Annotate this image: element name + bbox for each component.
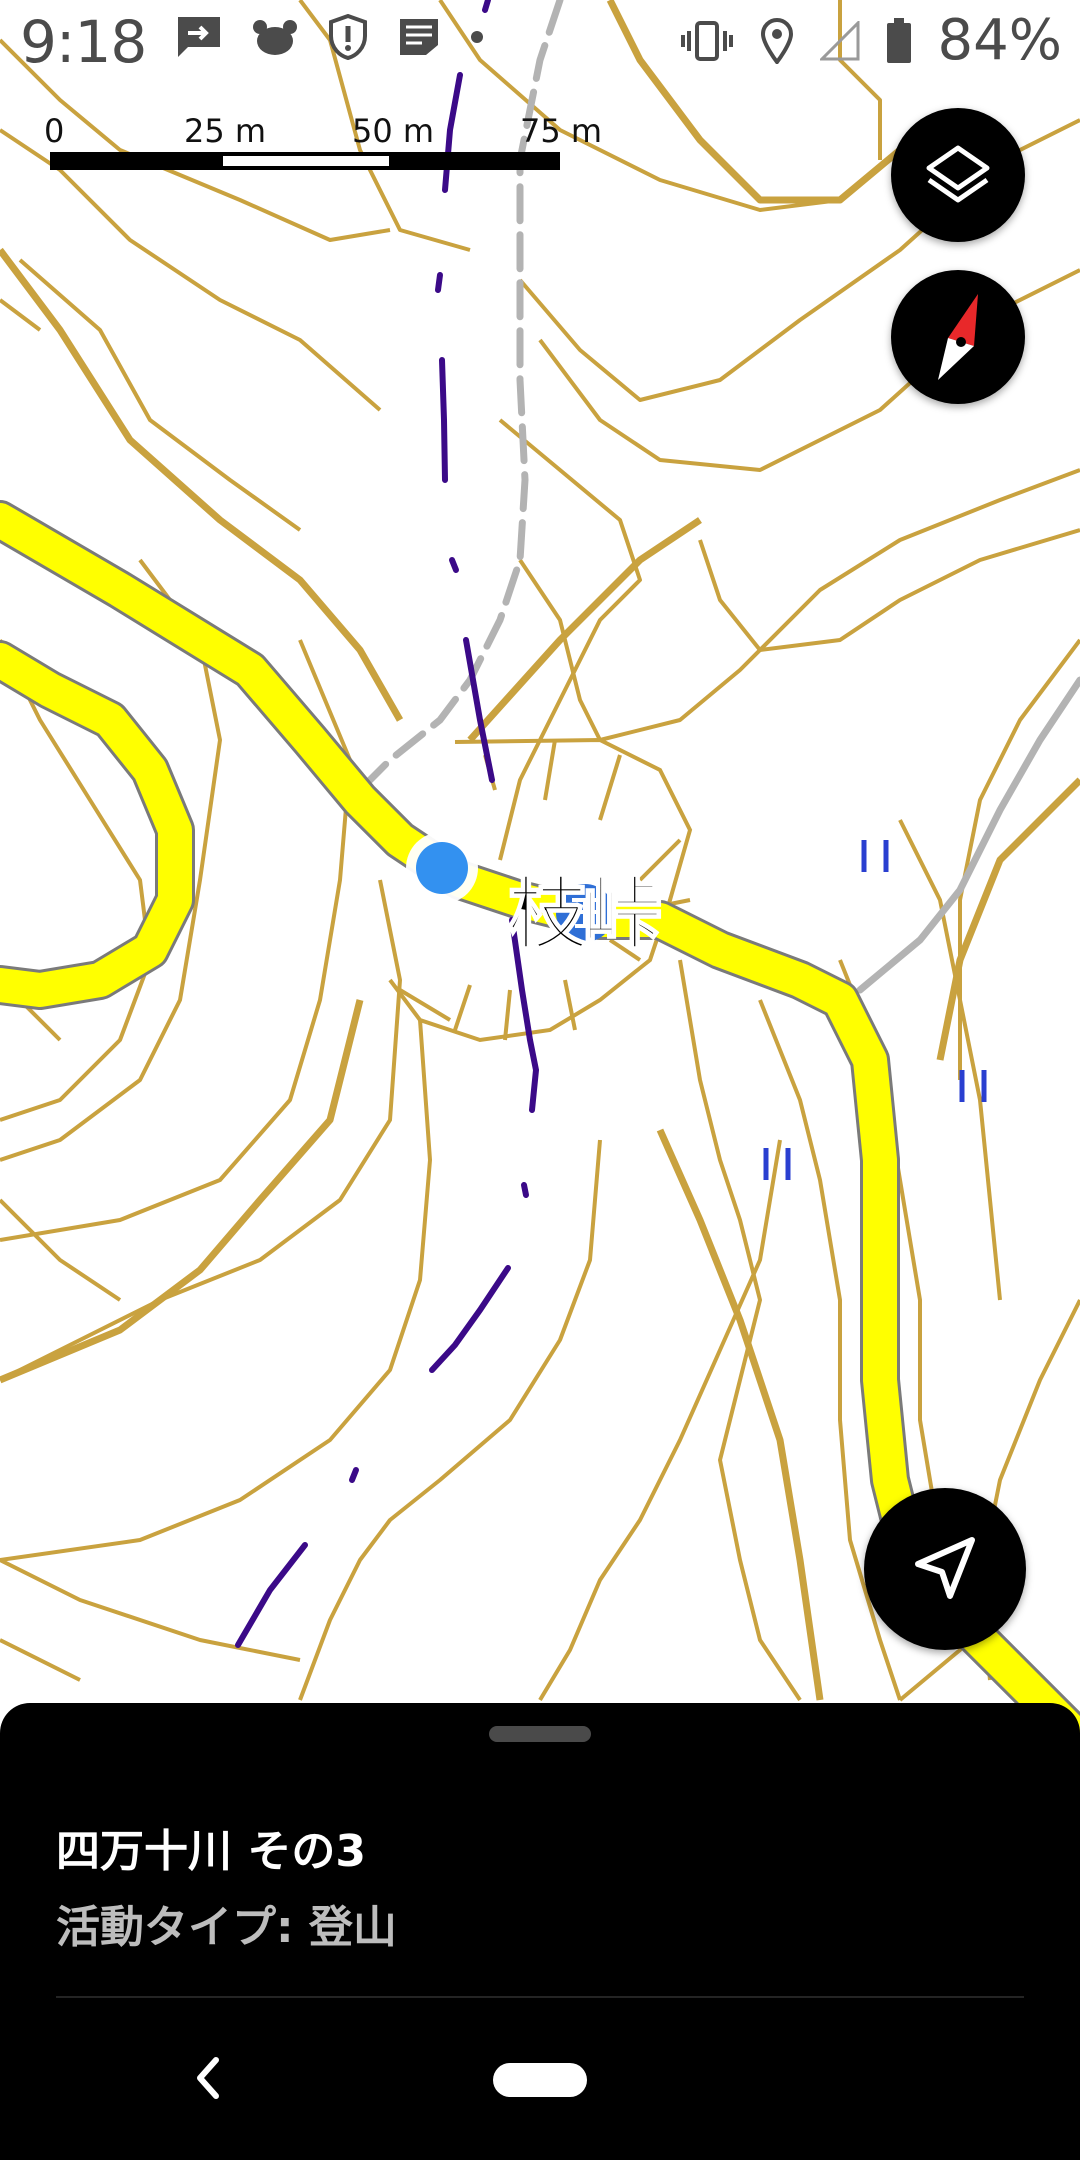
location-icon <box>760 17 793 64</box>
navigation-arrow-icon <box>915 1537 975 1599</box>
scale-bar <box>50 152 560 170</box>
scale-label-0: 0 <box>44 112 65 150</box>
route-title: 四万十川 その3 <box>56 1826 366 1877</box>
place-label: 枝峠 <box>507 867 663 962</box>
system-status-icons: 84% <box>680 8 1062 73</box>
scale-label-25: 25 m <box>184 112 267 150</box>
battery-percent: 84% <box>937 8 1062 73</box>
status-time: 9:18 <box>20 8 147 76</box>
document-icon <box>400 19 438 55</box>
notification-icons <box>176 14 484 60</box>
message-icon <box>178 17 220 57</box>
scale-label-50: 50 m <box>352 112 435 150</box>
dot-icon <box>471 31 483 43</box>
scale-label-75: 75 m <box>520 112 603 150</box>
sheet-drag-handle[interactable] <box>489 1726 591 1742</box>
status-bar: 9:18 84% <box>0 0 1080 88</box>
compass-icon <box>938 294 978 380</box>
battery-icon <box>886 17 911 63</box>
layers-button[interactable] <box>891 108 1025 242</box>
sheet-divider <box>56 1996 1024 1998</box>
home-pill-icon[interactable] <box>493 2063 587 2097</box>
current-location-dot[interactable] <box>406 832 478 904</box>
activity-type: 活動タイプ: 登山 <box>56 1902 397 1953</box>
compass-button[interactable] <box>891 270 1025 404</box>
navigate-button[interactable] <box>864 1488 1026 1650</box>
vibrate-icon <box>680 20 733 61</box>
animal-icon <box>253 20 297 55</box>
signal-icon <box>819 20 860 60</box>
layers-icon <box>926 145 990 203</box>
shield-alert-icon <box>329 14 367 60</box>
back-chevron-icon[interactable] <box>188 2048 228 2108</box>
route-info-sheet[interactable]: 四万十川 その3 活動タイプ: 登山 <box>0 1703 1080 2160</box>
